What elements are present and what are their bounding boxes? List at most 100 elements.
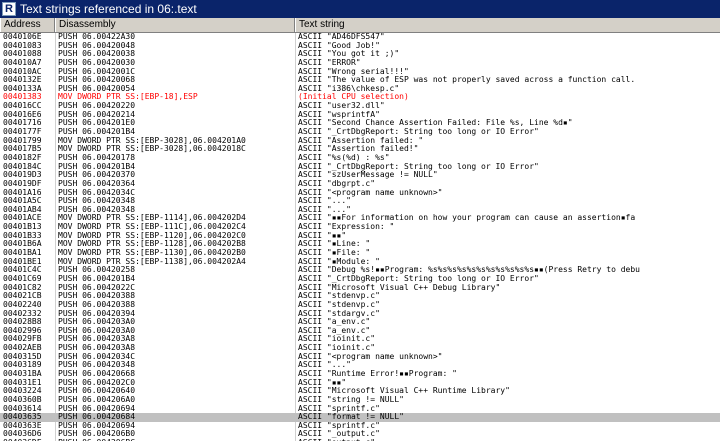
address-cell: 00401ACE — [3, 214, 42, 223]
address-cell: 00401AB4 — [3, 205, 42, 214]
table-row[interactable]: 00401B33 MOV DWORD PTR SS:[EBP-1120],06.0… — [0, 232, 720, 241]
table-row[interactable]: 004036D6 PUSH 06.004206B0 ASCII "_output.c… — [0, 430, 720, 439]
table-row[interactable]: 00401383 MOV DWORD PTR SS:[EBP-18],ESP (In… — [0, 93, 720, 102]
app-r-icon[interactable]: R — [2, 2, 16, 16]
table-row[interactable]: 004028B8 PUSH 06.004203A0 ASCII "a_env.c" — [0, 318, 720, 327]
table-row[interactable]: 0040182F PUSH 06.00420178 ASCII "%s(%d) : … — [0, 154, 720, 163]
table-row[interactable]: 00401C82 PUSH 06.0042022C ASCII "Microsoft… — [0, 284, 720, 293]
table-row[interactable]: 00401C69 PUSH 06.004201B4 ASCII "_CrtDbgRe… — [0, 275, 720, 284]
table-row[interactable]: 00403189 PUSH 06.00420348 ASCII "..." — [0, 361, 720, 370]
text-string-cell: ASCII "Microsoft Visual C++ Runtime Libr… — [298, 387, 510, 396]
text-string-cell: ASCII "_output.c" — [298, 430, 380, 439]
text-string-cell: ASCII "Assertion failed: " — [298, 136, 424, 145]
table-row[interactable]: 0040106E PUSH 06.00422A30 ASCII "AD46DFS54… — [0, 33, 720, 42]
table-row[interactable]: 00402AEB PUSH 06.004203A8 ASCII "ioinit.c" — [0, 344, 720, 353]
disassembly-cell: PUSH 06.00420370 — [58, 171, 136, 180]
disassembly-cell: PUSH 06.00420178 — [58, 153, 136, 162]
address-cell: 004031BA — [3, 369, 42, 378]
disassembly-cell: MOV DWORD PTR SS:[EBP-1114],06.004202D4 — [58, 214, 246, 223]
text-string-cell: ASCII "sprintf.c" — [298, 421, 380, 430]
table-row[interactable]: 00401AB4 PUSH 06.00420348 ASCII "..." — [0, 206, 720, 215]
column-header-disassembly[interactable]: Disassembly — [55, 18, 295, 32]
table-row[interactable]: 004019DF PUSH 06.00420364 ASCII "dbgrpt.c" — [0, 180, 720, 189]
text-string-cell: ASCII "i386\chkesp.c" — [298, 84, 400, 93]
table-row[interactable]: 004031BA PUSH 06.00420668 ASCII "Runtime E… — [0, 370, 720, 379]
table-row[interactable]: 00401B6A MOV DWORD PTR SS:[EBP-1128],06.0… — [0, 240, 720, 249]
table-row[interactable]: 00401B13 MOV DWORD PTR SS:[EBP-111C],06.0… — [0, 223, 720, 232]
disassembly-cell: PUSH 06.00420348 — [58, 205, 136, 214]
table-row[interactable]: 0040315D PUSH 06.0042034C ASCII "<program … — [0, 353, 720, 362]
window-title: Text strings referenced in 06:.text — [20, 2, 197, 16]
text-string-cell: ASCII "Microsoft Visual C++ Debug Librar… — [298, 283, 501, 292]
text-string-cell: ASCII "AD46DFS547" — [298, 33, 385, 41]
column-header-address[interactable]: Address — [0, 18, 55, 32]
text-string-cell: ASCII "Assertion failed!" — [298, 145, 419, 154]
table-row[interactable]: 00401716 PUSH 06.004201E0 ASCII "Second Ch… — [0, 119, 720, 128]
address-cell: 004019DF — [3, 179, 42, 188]
address-cell: 0040133A — [3, 84, 42, 93]
address-cell: 0040132E — [3, 76, 42, 85]
disassembly-cell: PUSH 06.00420394 — [58, 309, 136, 318]
address-cell: 00403635 — [3, 413, 42, 422]
text-string-cell: ASCII "Second Chance Assertion Failed: F… — [298, 119, 573, 128]
text-string-cell: ASCII "stdargv.c" — [298, 309, 380, 318]
address-cell: 00401C4C — [3, 266, 42, 275]
table-row[interactable]: 00403224 PUSH 06.00420640 ASCII "Microsoft… — [0, 387, 720, 396]
text-string-cell: (Initial CPU selection) — [298, 93, 409, 102]
disassembly-cell: PUSH 06.0042034C — [58, 352, 136, 361]
table-row[interactable]: 00402240 PUSH 06.00420388 ASCII "stdenvp.c… — [0, 301, 720, 310]
address-cell: 00401C69 — [3, 274, 42, 283]
table-row[interactable]: 004021CB PUSH 06.00420388 ASCII "stdenvp.c… — [0, 292, 720, 301]
table-row[interactable]: 004029FB PUSH 06.004203A8 ASCII "ioinit.c" — [0, 335, 720, 344]
table-row[interactable]: 00401ACE MOV DWORD PTR SS:[EBP-1114],06.0… — [0, 214, 720, 223]
text-string-cell: ASCII "ioinit.c" — [298, 344, 376, 353]
table-row[interactable]: 004010AC PUSH 06.0042001C ASCII "Wrong ser… — [0, 68, 720, 77]
table-row[interactable]: 00401C4C PUSH 06.00420258 ASCII "Debug %s!… — [0, 266, 720, 275]
table-row[interactable]: 00403614 PUSH 06.00420694 ASCII "sprintf.c… — [0, 405, 720, 414]
table-row[interactable]: 004019D3 PUSH 06.00420370 ASCII "szUserMes… — [0, 171, 720, 180]
table-row[interactable]: 0040363E PUSH 06.00420694 ASCII "sprintf.c… — [0, 422, 720, 431]
address-cell: 00402240 — [3, 300, 42, 309]
table-row[interactable]: 0040132E PUSH 06.00420068 ASCII "The value… — [0, 76, 720, 85]
column-header-text-string[interactable]: Text string — [295, 18, 720, 32]
text-string-cell: ASCII "string != NULL" — [298, 395, 404, 404]
table-row[interactable]: 00401BA1 MOV DWORD PTR SS:[EBP-1130],06.0… — [0, 249, 720, 258]
address-cell: 00401A5C — [3, 197, 42, 206]
address-cell: 004016E6 — [3, 110, 42, 119]
text-string-cell: ASCII "user32.dll" — [298, 102, 385, 111]
table-row[interactable]: 004017B5 MOV DWORD PTR SS:[EBP-3028],06.0… — [0, 145, 720, 154]
table-row[interactable]: 004010A7 PUSH 06.00420030 ASCII "ERROR" — [0, 59, 720, 68]
disassembly-cell: PUSH 06.00420640 — [58, 387, 136, 396]
table-row[interactable]: 004016E6 PUSH 06.00420214 ASCII "wsprintfA… — [0, 111, 720, 120]
table-row[interactable]: 00401083 PUSH 06.00420048 ASCII "Good Job!… — [0, 42, 720, 51]
table-row[interactable]: 00401A16 PUSH 06.0042034C ASCII "<program … — [0, 189, 720, 198]
disassembly-cell: PUSH 06.00420364 — [58, 179, 136, 188]
table-row[interactable]: 0040177F PUSH 06.004201B4 ASCII "_CrtDbgRe… — [0, 128, 720, 137]
disassembly-cell: MOV DWORD PTR SS:[EBP-1128],06.004202B8 — [58, 240, 246, 249]
title-bar[interactable]: R Text strings referenced in 06:.text — [0, 0, 720, 18]
table-row[interactable]: 004016CC PUSH 06.00420220 ASCII "user32.dl… — [0, 102, 720, 111]
strings-list[interactable]: 0040106E PUSH 06.00422A30 ASCII "AD46DFS54… — [0, 33, 720, 441]
text-string-cell: ASCII "▪Module: " — [298, 257, 380, 266]
address-cell: 00401A16 — [3, 188, 42, 197]
table-row[interactable]: 00402332 PUSH 06.00420394 ASCII "stdargv.c… — [0, 310, 720, 319]
table-row[interactable]: 0040133A PUSH 06.00420054 ASCII "i386\chke… — [0, 85, 720, 94]
text-string-cell: ASCII "%s(%d) : %s" — [298, 153, 390, 162]
address-cell: 00401BA1 — [3, 249, 42, 258]
table-row[interactable]: 00401A5C PUSH 06.00420348 ASCII "..." — [0, 197, 720, 206]
table-row[interactable]: 00401799 MOV DWORD PTR SS:[EBP-3028],06.0… — [0, 137, 720, 146]
disassembly-cell: PUSH 06.004203A8 — [58, 335, 136, 344]
disassembly-cell: PUSH 06.0042022C — [58, 283, 136, 292]
table-row[interactable]: 00401BE1 MOV DWORD PTR SS:[EBP-1138],06.0… — [0, 258, 720, 267]
table-row[interactable]: 00403635 PUSH 06.00420684 ASCII "format !=… — [0, 413, 720, 422]
table-row[interactable]: 00402996 PUSH 06.004203A0 ASCII "a_env.c" — [0, 327, 720, 336]
table-row[interactable]: 00401088 PUSH 06.00420038 ASCII "You got i… — [0, 50, 720, 59]
table-row[interactable]: 0040184C PUSH 06.004201B4 ASCII "_CrtDbgRe… — [0, 163, 720, 172]
table-row[interactable]: 0040360B PUSH 06.004206A0 ASCII "string !=… — [0, 396, 720, 405]
column-header-bar: Address Disassembly Text string — [0, 18, 720, 33]
disassembly-cell: PUSH 06.004201B4 — [58, 128, 136, 137]
address-cell: 00402996 — [3, 326, 42, 335]
text-string-cell: ASCII "Wrong serial!!!" — [298, 67, 409, 76]
disassembly-cell: MOV DWORD PTR SS:[EBP-111C],06.004202C4 — [58, 223, 246, 232]
table-row[interactable]: 004031E1 PUSH 06.004202C0 ASCII "▪▪" — [0, 379, 720, 388]
